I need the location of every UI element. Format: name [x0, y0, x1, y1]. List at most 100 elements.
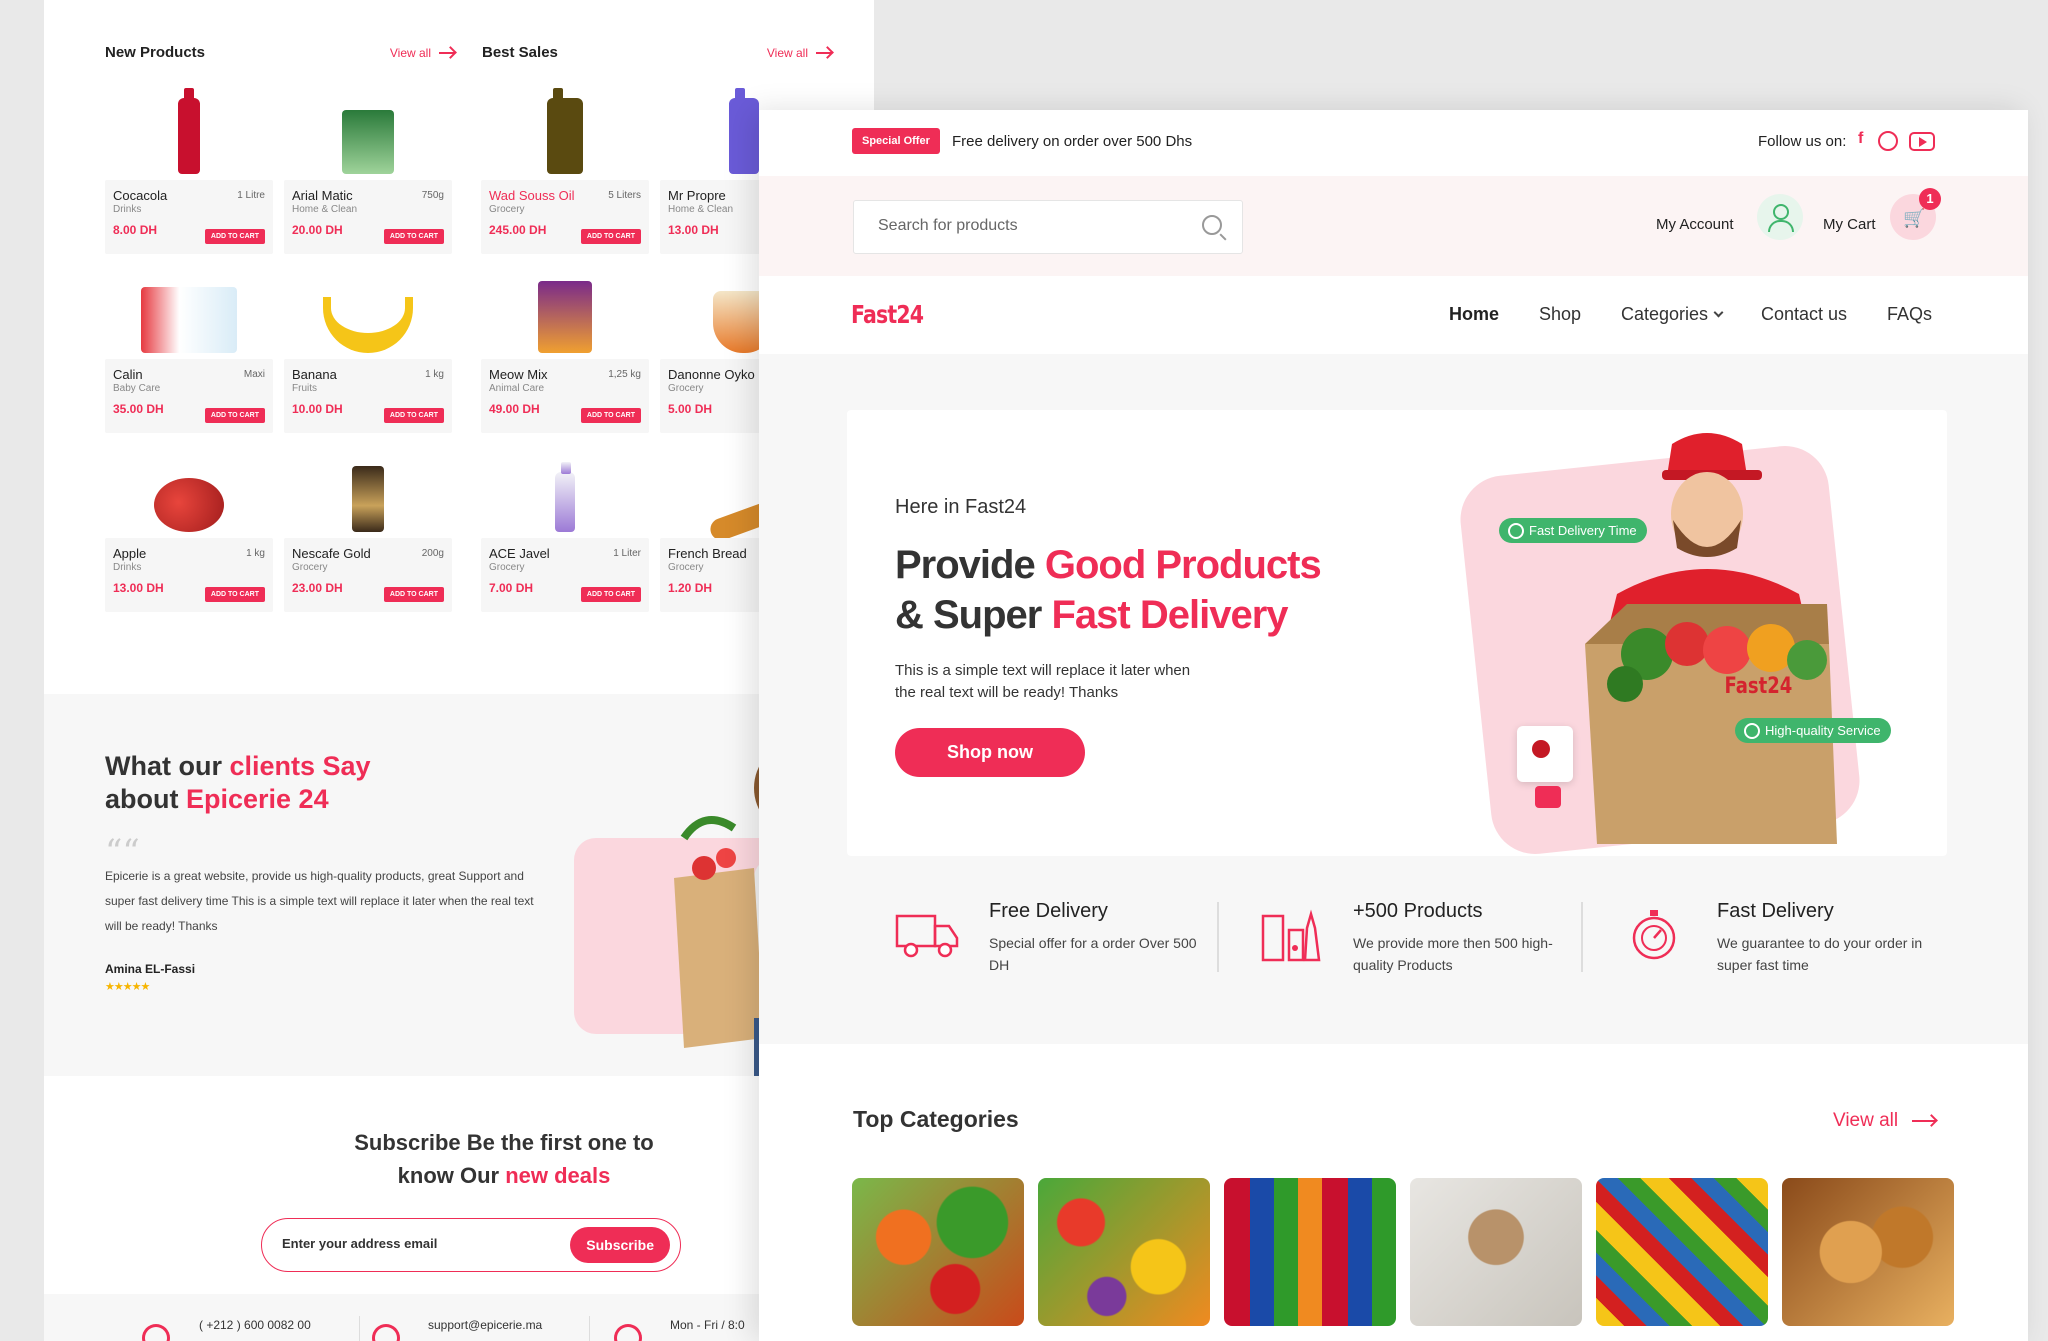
new-products-view-all[interactable]: View all [390, 46, 455, 60]
logo[interactable]: Fast24 [851, 300, 924, 329]
add-to-cart-button[interactable]: ADD TO CART [383, 408, 444, 423]
best-sales-view-all[interactable]: View all [767, 46, 832, 60]
arrow-right-icon [439, 51, 455, 54]
fast-delivery-time-tag: Fast Delivery Time [1499, 518, 1647, 543]
new-products-header: New Products View all [105, 44, 455, 61]
product-card[interactable]: Banana 1 kg Fruits 10.00 DH ADD TO CART [284, 265, 452, 443]
add-to-cart-button[interactable]: ADD TO CART [204, 229, 265, 244]
add-to-cart-button[interactable]: ADD TO CART [580, 229, 641, 244]
search-input[interactable]: Search for products [878, 217, 1018, 235]
search-icon[interactable] [1202, 215, 1222, 235]
add-to-cart-button[interactable]: ADD TO CART [383, 587, 444, 602]
category-baby-care-image[interactable] [1410, 1178, 1582, 1326]
testimonial-text: Epicerie is a great website, provide us … [105, 869, 534, 933]
nav-categories[interactable]: Categories [1621, 304, 1724, 325]
youtube-icon[interactable] [1909, 132, 1935, 151]
subscribe-email-input[interactable]: Enter your address email [282, 1236, 437, 1251]
hero-description: This is a simple text will replace it la… [895, 662, 1191, 701]
product-card[interactable]: Nescafe Gold 200g Grocery 23.00 DH ADD TO CA… [284, 444, 452, 622]
product-card[interactable]: Apple 1 kg Drinks 13.00 DH ADD TO CART [105, 444, 273, 622]
subscribe-form: Enter your address email Subscribe [261, 1218, 681, 1272]
category-fruits-image[interactable] [1038, 1178, 1210, 1326]
top-categories-view-all[interactable]: View all [1833, 1110, 1937, 1132]
feature-desc: We provide more then 500 high-quality Pr… [1353, 935, 1553, 973]
facebook-icon[interactable]: f [1858, 130, 1863, 148]
subscribe-button[interactable]: Subscribe [570, 1227, 670, 1263]
feature-desc: We guarantee to do your order in super f… [1717, 935, 1923, 973]
nav-contact[interactable]: Contact us [1761, 304, 1847, 325]
product-card[interactable]: Wad Souss Oil 5 Liters Grocery 245.00 DH ADD… [481, 86, 649, 264]
product-image [105, 444, 273, 538]
product-card[interactable]: Meow Mix 1,25 kg Animal Care 49.00 DH ADD TO… [481, 265, 649, 443]
product-image [481, 444, 649, 538]
best-sales-header: Best Sales View all [482, 44, 832, 61]
main-nav: Fast24 Home Shop Categories Contact us F… [759, 276, 2028, 354]
add-to-cart-button[interactable]: ADD TO CART [580, 587, 641, 602]
testimonial-author: Amina EL-Fassi [105, 962, 196, 976]
contact-footer: ( +212 ) 600 0082 00 support@epicerie.ma… [44, 1294, 874, 1341]
testimonials-title: What our clients Say about Epicerie 24 [105, 751, 371, 814]
add-to-cart-button[interactable]: ADD TO CART [580, 408, 641, 423]
back-page-preview: New Products View all Best Sales View al… [44, 0, 874, 1341]
top-bar: Special Offer Free delivery on order ove… [759, 110, 2028, 176]
top-categories-title: Top Categories [853, 1106, 1019, 1132]
nav-shop[interactable]: Shop [1539, 304, 1581, 325]
category-vegetables-image[interactable] [852, 1178, 1024, 1326]
clock-icon [614, 1324, 642, 1341]
product-image [481, 265, 649, 359]
best-sales-title: Best Sales [482, 44, 558, 61]
footer-hours: Mon - Fri / 8:0 [670, 1318, 745, 1332]
hero-subtitle: Here in Fast24 [895, 496, 1027, 518]
my-account-label[interactable]: My Account [1656, 216, 1734, 233]
product-image [284, 444, 452, 538]
product-card[interactable]: Arial Matic 750g Home & Clean 20.00 DH ADD T… [284, 86, 452, 264]
product-image [105, 86, 273, 180]
nav-home[interactable]: Home [1449, 304, 1499, 325]
product-image [284, 86, 452, 180]
hero-banner: Here in Fast24 Provide Good Products & S… [847, 410, 1947, 856]
add-to-cart-button[interactable]: ADD TO CART [383, 229, 444, 244]
add-to-cart-button[interactable]: ADD TO CART [204, 587, 265, 602]
search-box[interactable]: Search for products [853, 200, 1243, 254]
cherry-icon [1532, 740, 1550, 758]
whatsapp-icon[interactable] [1878, 131, 1898, 151]
feature-title: Free Delivery [989, 900, 1108, 922]
shop-now-button[interactable]: Shop now [895, 728, 1085, 777]
product-card[interactable]: Cocacola 1 Litre Drinks 8.00 DH ADD TO CART [105, 86, 273, 264]
stopwatch-icon [1632, 910, 1676, 960]
divider [589, 1316, 590, 1341]
product-card[interactable]: ACE Javel 1 Liter Grocery 7.00 DH ADD TO CAR… [481, 444, 649, 622]
main-content: Here in Fast24 Provide Good Products & S… [759, 354, 2028, 1044]
user-icon[interactable] [1757, 194, 1803, 240]
footer-phone: ( +212 ) 600 0082 00 [199, 1318, 311, 1332]
my-cart-label[interactable]: My Cart [1823, 216, 1876, 233]
phone-icon [142, 1324, 170, 1341]
feature-title: Fast Delivery [1717, 900, 1834, 922]
add-to-cart-button[interactable]: ADD TO CART [204, 408, 265, 423]
product-image [481, 86, 649, 180]
offer-text: Free delivery on order over 500 Dhs [952, 133, 1193, 150]
arrow-right-icon [816, 51, 832, 54]
box-logo: Fast24 [1724, 674, 1793, 699]
feature-title: +500 Products [1353, 900, 1483, 922]
new-products-title: New Products [105, 44, 206, 61]
follow-us-label: Follow us on: [1758, 133, 1847, 150]
delivery-man-image [1585, 433, 1837, 844]
product-image [284, 265, 452, 359]
category-bakery-image[interactable] [1782, 1178, 1954, 1326]
category-drinks-image[interactable] [1224, 1178, 1396, 1326]
product-card[interactable]: Calin Maxi Baby Care 35.00 DH ADD TO CART [105, 265, 273, 443]
cart-count-badge: 1 [1919, 188, 1941, 210]
search-header: Search for products My Account My Cart 🛒… [759, 176, 2028, 276]
delivery-truck-icon [895, 914, 959, 958]
special-offer-badge: Special Offer [852, 128, 940, 154]
front-page-preview: Special Offer Free delivery on order ove… [759, 110, 2028, 1341]
footer-email: support@epicerie.ma [428, 1318, 543, 1332]
nav-faqs[interactable]: FAQs [1887, 304, 1932, 325]
divider [359, 1316, 360, 1341]
category-grocery-image[interactable] [1596, 1178, 1768, 1326]
rating-stars-icon: ★★★★★ [105, 981, 150, 993]
testimonials-section: What our clients Say about Epicerie 24 “… [44, 694, 874, 1076]
cart-icon [1535, 786, 1561, 808]
features-row: Free Delivery Special offer for a order … [759, 886, 2028, 1016]
